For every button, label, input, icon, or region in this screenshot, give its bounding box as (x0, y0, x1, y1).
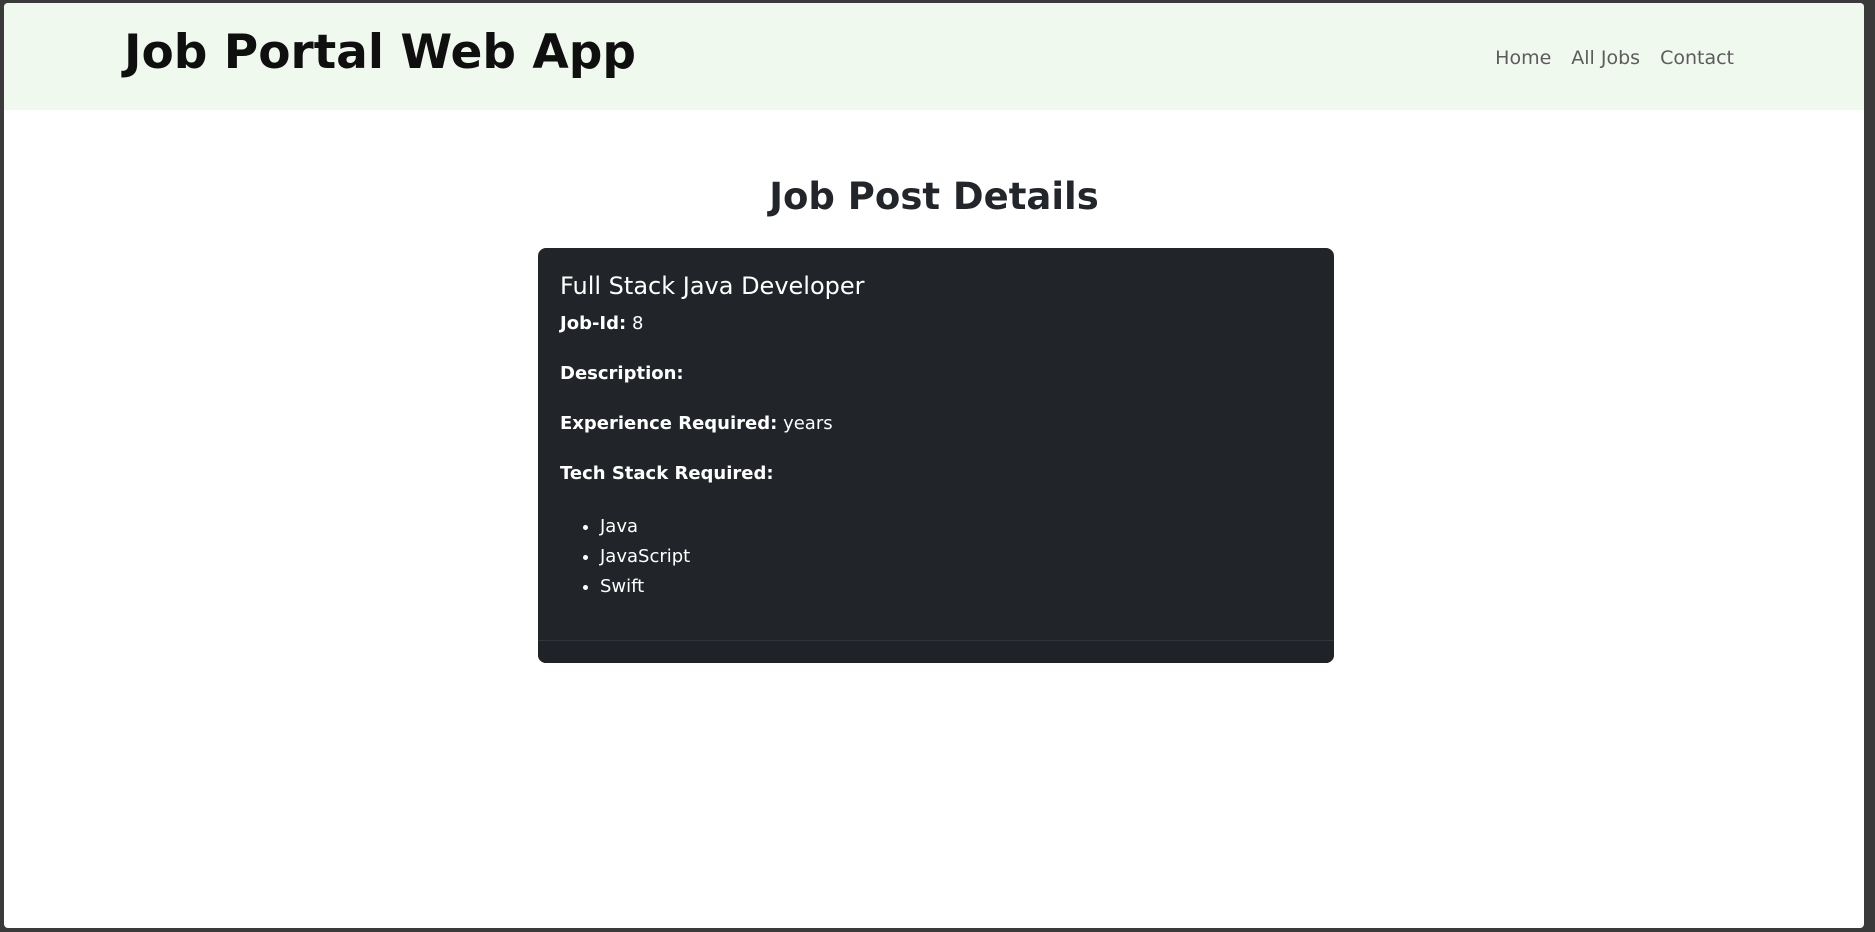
job-detail-card: Full Stack Java Developer Job-Id: 8 Desc… (538, 248, 1334, 663)
job-id-label: Job-Id: (560, 313, 627, 334)
brand-title[interactable]: Job Portal Web App (124, 29, 636, 76)
job-title: Full Stack Java Developer (560, 272, 865, 300)
tech-stack-list: Java JavaScript Swift (560, 512, 1312, 602)
tech-stack-item: Java (600, 512, 1312, 542)
nav-link-home[interactable]: Home (1495, 47, 1551, 69)
job-id-field: Job-Id: 8 (560, 312, 1312, 336)
nav-link-contact[interactable]: Contact (1660, 47, 1734, 69)
app-window: Job Portal Web App Home All Jobs Contact… (4, 3, 1864, 928)
nav-link-all-jobs[interactable]: All Jobs (1571, 47, 1640, 69)
card-body: Full Stack Java Developer Job-Id: 8 Desc… (538, 248, 1334, 602)
job-id-value: 8 (631, 313, 644, 334)
experience-field: Experience Required: years (560, 412, 1312, 436)
tech-stack-field: Tech Stack Required: (560, 462, 1312, 486)
tech-stack-item: Swift (600, 572, 1312, 602)
page-title: Job Post Details (769, 175, 1099, 218)
description-field: Description: (560, 362, 1312, 386)
description-label: Description: (560, 363, 684, 384)
experience-value: years (783, 413, 833, 434)
tech-stack-item: JavaScript (600, 542, 1312, 572)
navbar: Job Portal Web App Home All Jobs Contact (4, 3, 1864, 110)
card-footer (538, 640, 1334, 663)
experience-label: Experience Required: (560, 413, 778, 434)
tech-stack-label: Tech Stack Required: (560, 463, 774, 484)
nav-links: Home All Jobs Contact (1495, 47, 1734, 69)
